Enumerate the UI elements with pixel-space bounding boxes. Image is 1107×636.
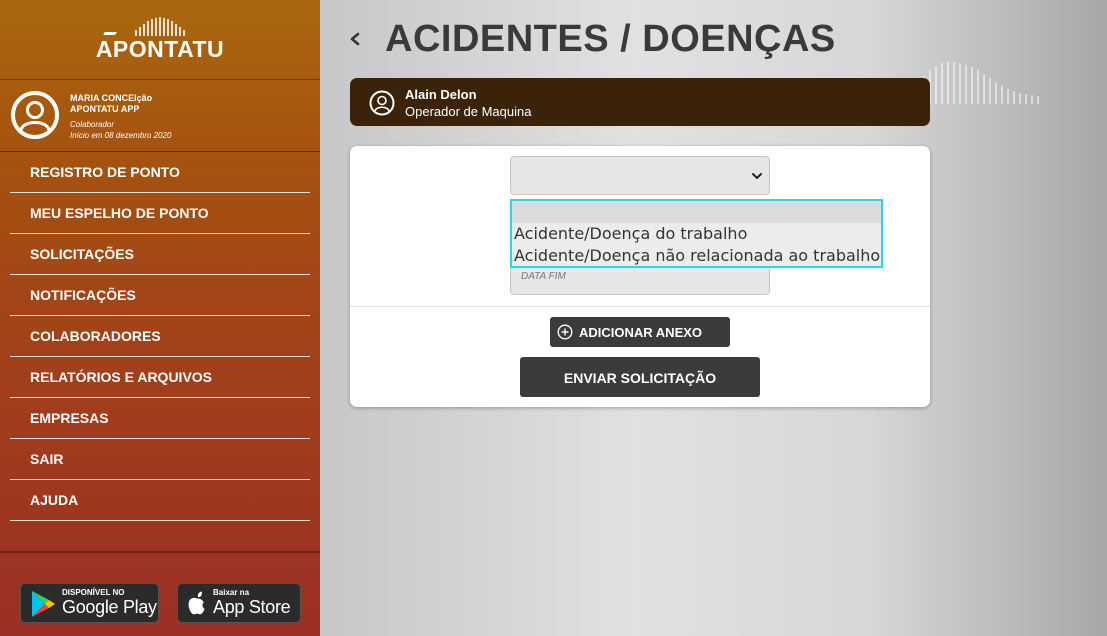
dropdown-option-work-related[interactable]: Acidente/Doença do trabalho	[512, 223, 881, 245]
stores-divider	[0, 551, 320, 553]
employee-role: Operador de Maquina	[405, 104, 532, 119]
logo-accent	[103, 32, 117, 35]
employee-name: Alain Delon	[405, 87, 477, 102]
app-store-small-text: Baixar na	[213, 588, 250, 597]
user-circle-icon	[11, 91, 59, 139]
logo-area: APONTATU	[0, 0, 320, 80]
google-play-small-text: DISPONÍVEL NO	[62, 588, 125, 597]
brand-logo: APONTATU	[95, 36, 225, 62]
type-select[interactable]	[510, 156, 770, 195]
add-attachment-button[interactable]: ADICIONAR ANEXO	[550, 317, 730, 347]
send-request-button[interactable]: ENVIAR SOLICITAÇÃO	[520, 357, 760, 397]
dropdown-option-not-work-related[interactable]: Acidente/Doença não relacionada ao traba…	[512, 245, 881, 266]
chevron-down-icon	[752, 173, 762, 179]
request-form-card: DATA FIM Acidente/Doença do trabalho Aci…	[350, 146, 930, 407]
sidebar: APONTATU MARIA CONCEIção APONTATU APP Co…	[0, 0, 320, 636]
employee-bar: Alain Delon Operador de Maquina	[350, 78, 930, 126]
sidebar-item-relatorios-e-arquivos[interactable]: RELATÓRIOS E ARQUIVOS	[10, 357, 310, 398]
user-name: MARIA CONCEIção	[70, 93, 153, 103]
google-play-icon	[32, 591, 55, 617]
date-end-placeholder: DATA FIM	[521, 271, 566, 282]
sidebar-item-empresas[interactable]: EMPRESAS	[10, 398, 310, 439]
sidebar-item-registro-de-ponto[interactable]: REGISTRO DE PONTO	[10, 152, 310, 193]
main-content: ACIDENTES / DOENÇAS Alain Delon Operador…	[320, 0, 1107, 636]
sidebar-item-sair[interactable]: SAIR	[10, 439, 310, 480]
decorative-bars-icon	[923, 62, 1039, 104]
chevron-left-icon[interactable]	[348, 28, 362, 50]
google-play-badge[interactable]: DISPONÍVEL NO Google Play	[20, 583, 159, 623]
user-role: Colaborador	[70, 120, 115, 129]
user-circle-icon	[369, 90, 395, 116]
sidebar-item-notificacoes[interactable]: NOTIFICAÇÕES	[10, 275, 310, 316]
user-since: Início em 08 dezembro 2020	[70, 131, 172, 140]
plus-circle-icon	[557, 324, 573, 340]
page-title: ACIDENTES / DOENÇAS	[385, 18, 836, 60]
google-play-big-text: Google Play	[62, 597, 157, 617]
sidebar-item-solicitacoes[interactable]: SOLICITAÇÕES	[10, 234, 310, 275]
app-store-badge[interactable]: Baixar na App Store	[177, 583, 301, 623]
sidebar-item-meu-espelho-de-ponto[interactable]: MEU ESPELHO DE PONTO	[10, 193, 310, 234]
user-company: APONTATU APP	[70, 104, 140, 114]
sidebar-menu: REGISTRO DE PONTO MEU ESPELHO DE PONTO S…	[10, 152, 310, 521]
add-attachment-label: ADICIONAR ANEXO	[579, 325, 703, 340]
type-select-dropdown: Acidente/Doença do trabalho Acidente/Doe…	[510, 199, 883, 268]
sidebar-item-ajuda[interactable]: AJUDA	[10, 480, 310, 521]
apple-icon	[188, 591, 205, 615]
dropdown-option-empty[interactable]	[512, 201, 881, 223]
app-store-big-text: App Store	[213, 597, 291, 617]
card-divider	[350, 306, 930, 307]
logo-bars-icon	[135, 17, 185, 36]
sidebar-item-colaboradores[interactable]: COLABORADORES	[10, 316, 310, 357]
user-profile: MARIA CONCEIção APONTATU APP Colaborador…	[0, 80, 320, 152]
